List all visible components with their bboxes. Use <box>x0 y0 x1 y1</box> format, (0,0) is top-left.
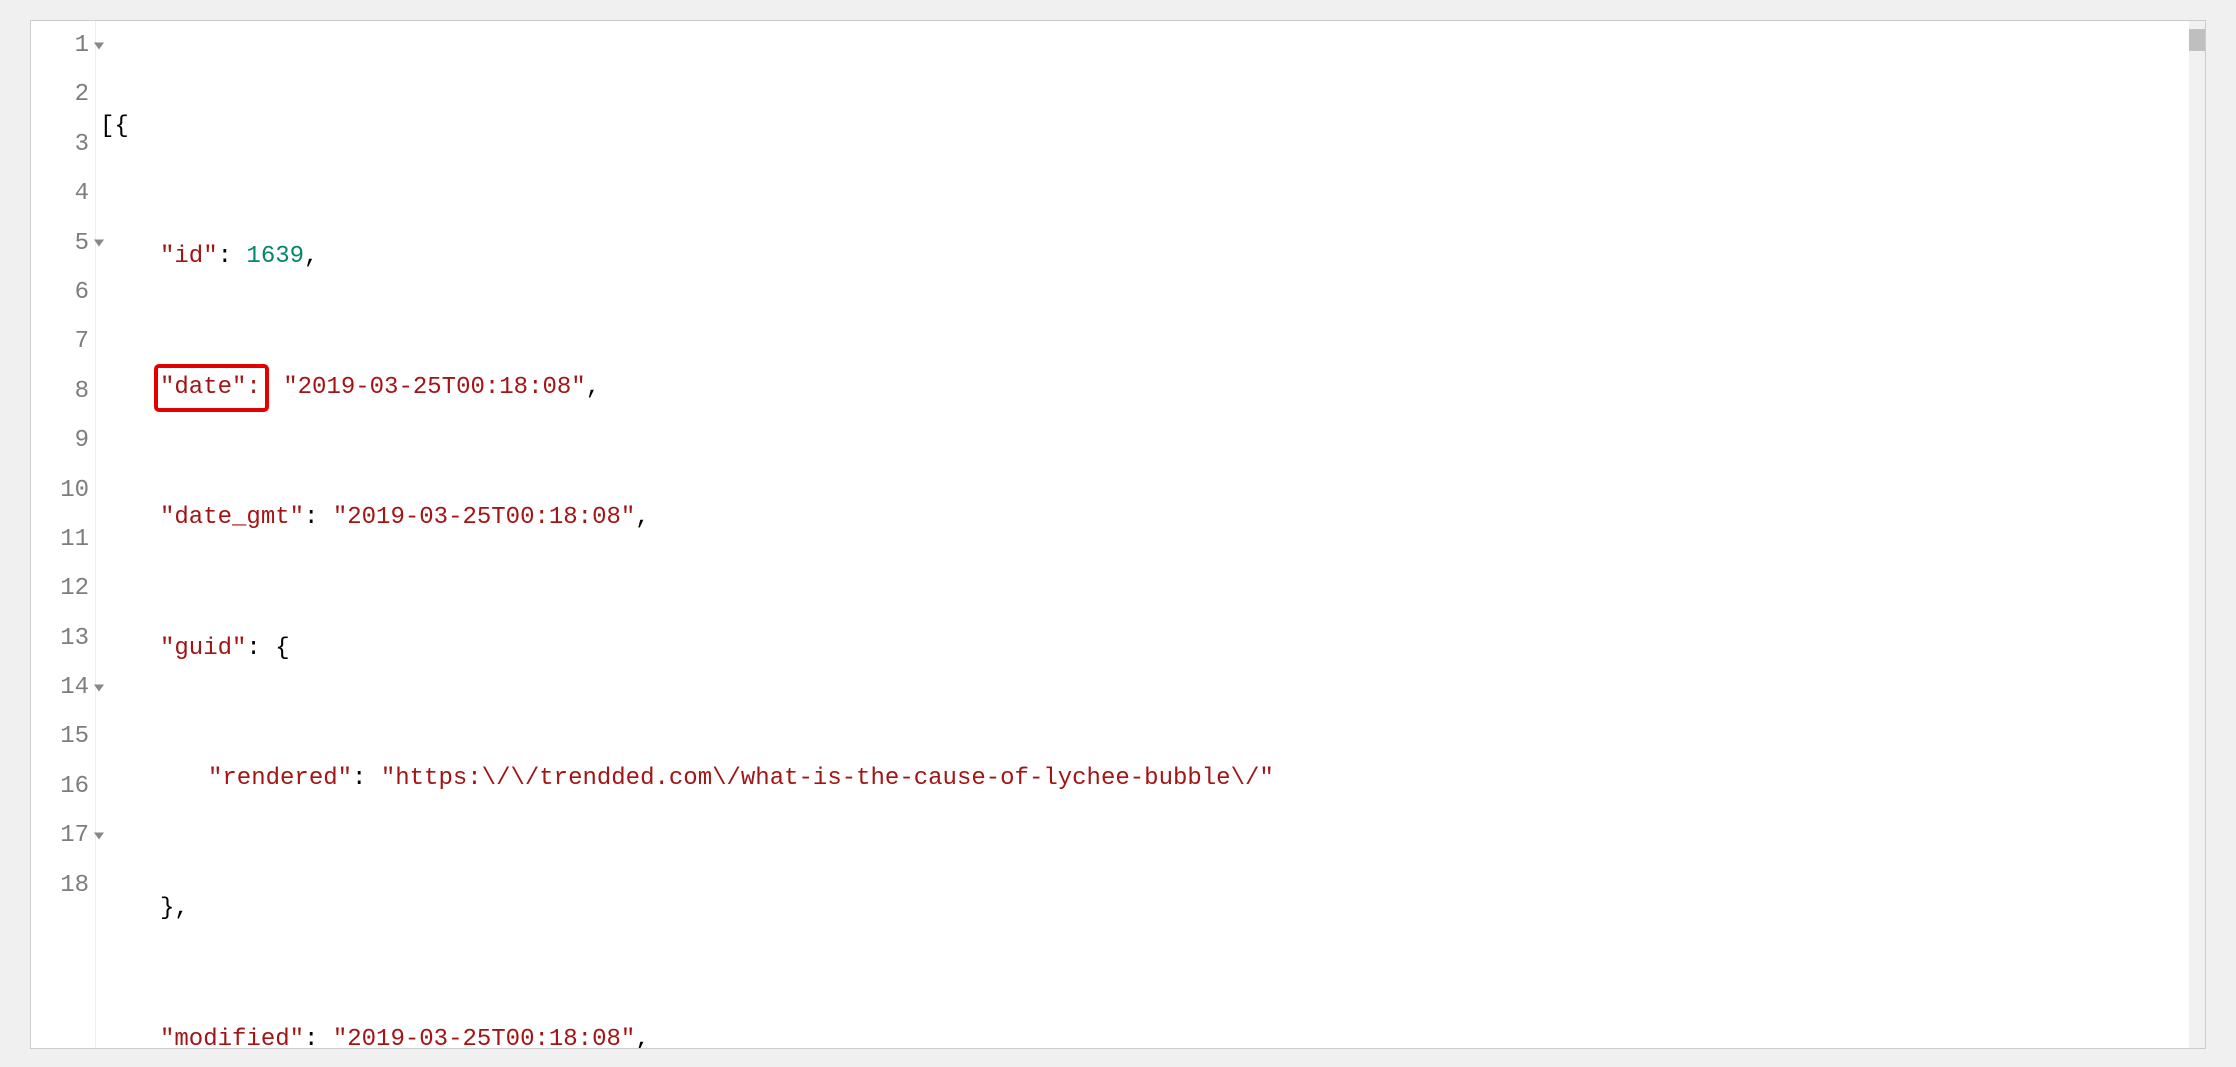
line-number: 7 <box>31 317 89 366</box>
line-number: 14 <box>31 663 89 712</box>
line-number: 15 <box>31 712 89 761</box>
line-number: 5 <box>31 219 89 268</box>
json-key: "guid" <box>160 635 246 662</box>
code-line: [{ <box>100 102 2205 151</box>
code-line: "modified": "2019-03-25T00:18:08", <box>100 1015 2205 1048</box>
json-bracket: [{ <box>100 113 129 140</box>
line-number-gutter: 123456789101112131415161718 <box>31 21 96 1048</box>
code-line: }, <box>100 884 2205 933</box>
json-bracket: }, <box>160 895 189 922</box>
code-editor[interactable]: 123456789101112131415161718 [{ "id": 163… <box>30 20 2206 1049</box>
code-line: "guid": { <box>100 624 2205 673</box>
editor-container: 123456789101112131415161718 [{ "id": 163… <box>0 0 2236 1067</box>
json-string: "https:\/\/trendded.com\/what-is-the-cau… <box>381 765 1274 792</box>
highlight-box-date: "date": <box>154 364 269 412</box>
json-string: "2019-03-25T00:18:08" <box>333 504 635 531</box>
line-number: 2 <box>31 70 89 119</box>
line-number: 9 <box>31 416 89 465</box>
code-line: "date": "2019-03-25T00:18:08", <box>100 363 2205 412</box>
scrollbar-thumb[interactable] <box>2189 29 2205 51</box>
json-number: 1639 <box>246 243 304 270</box>
line-number: 12 <box>31 564 89 613</box>
json-key: "rendered" <box>208 765 352 792</box>
json-key: "date_gmt" <box>160 504 304 531</box>
line-number: 18 <box>31 861 89 910</box>
json-key: "id" <box>160 243 218 270</box>
line-number: 17 <box>31 811 89 860</box>
line-number: 3 <box>31 120 89 169</box>
json-key: "date": <box>160 374 261 401</box>
line-number: 10 <box>31 466 89 515</box>
line-number: 6 <box>31 268 89 317</box>
code-line: "rendered": "https:\/\/trendded.com\/wha… <box>100 754 2205 803</box>
line-number: 1 <box>31 21 89 70</box>
scrollbar-track[interactable] <box>2189 21 2205 1048</box>
line-number: 11 <box>31 515 89 564</box>
code-line: "id": 1639, <box>100 232 2205 281</box>
json-string: "2019-03-25T00:18:08" <box>283 374 585 401</box>
line-number: 8 <box>31 367 89 416</box>
json-string: "2019-03-25T00:18:08" <box>333 1026 635 1048</box>
line-number: 4 <box>31 169 89 218</box>
code-area[interactable]: [{ "id": 1639, "date": "2019-03-25T00:18… <box>96 21 2205 1048</box>
json-key: "modified" <box>160 1026 304 1048</box>
code-line: "date_gmt": "2019-03-25T00:18:08", <box>100 493 2205 542</box>
line-number: 16 <box>31 762 89 811</box>
line-number: 13 <box>31 614 89 663</box>
